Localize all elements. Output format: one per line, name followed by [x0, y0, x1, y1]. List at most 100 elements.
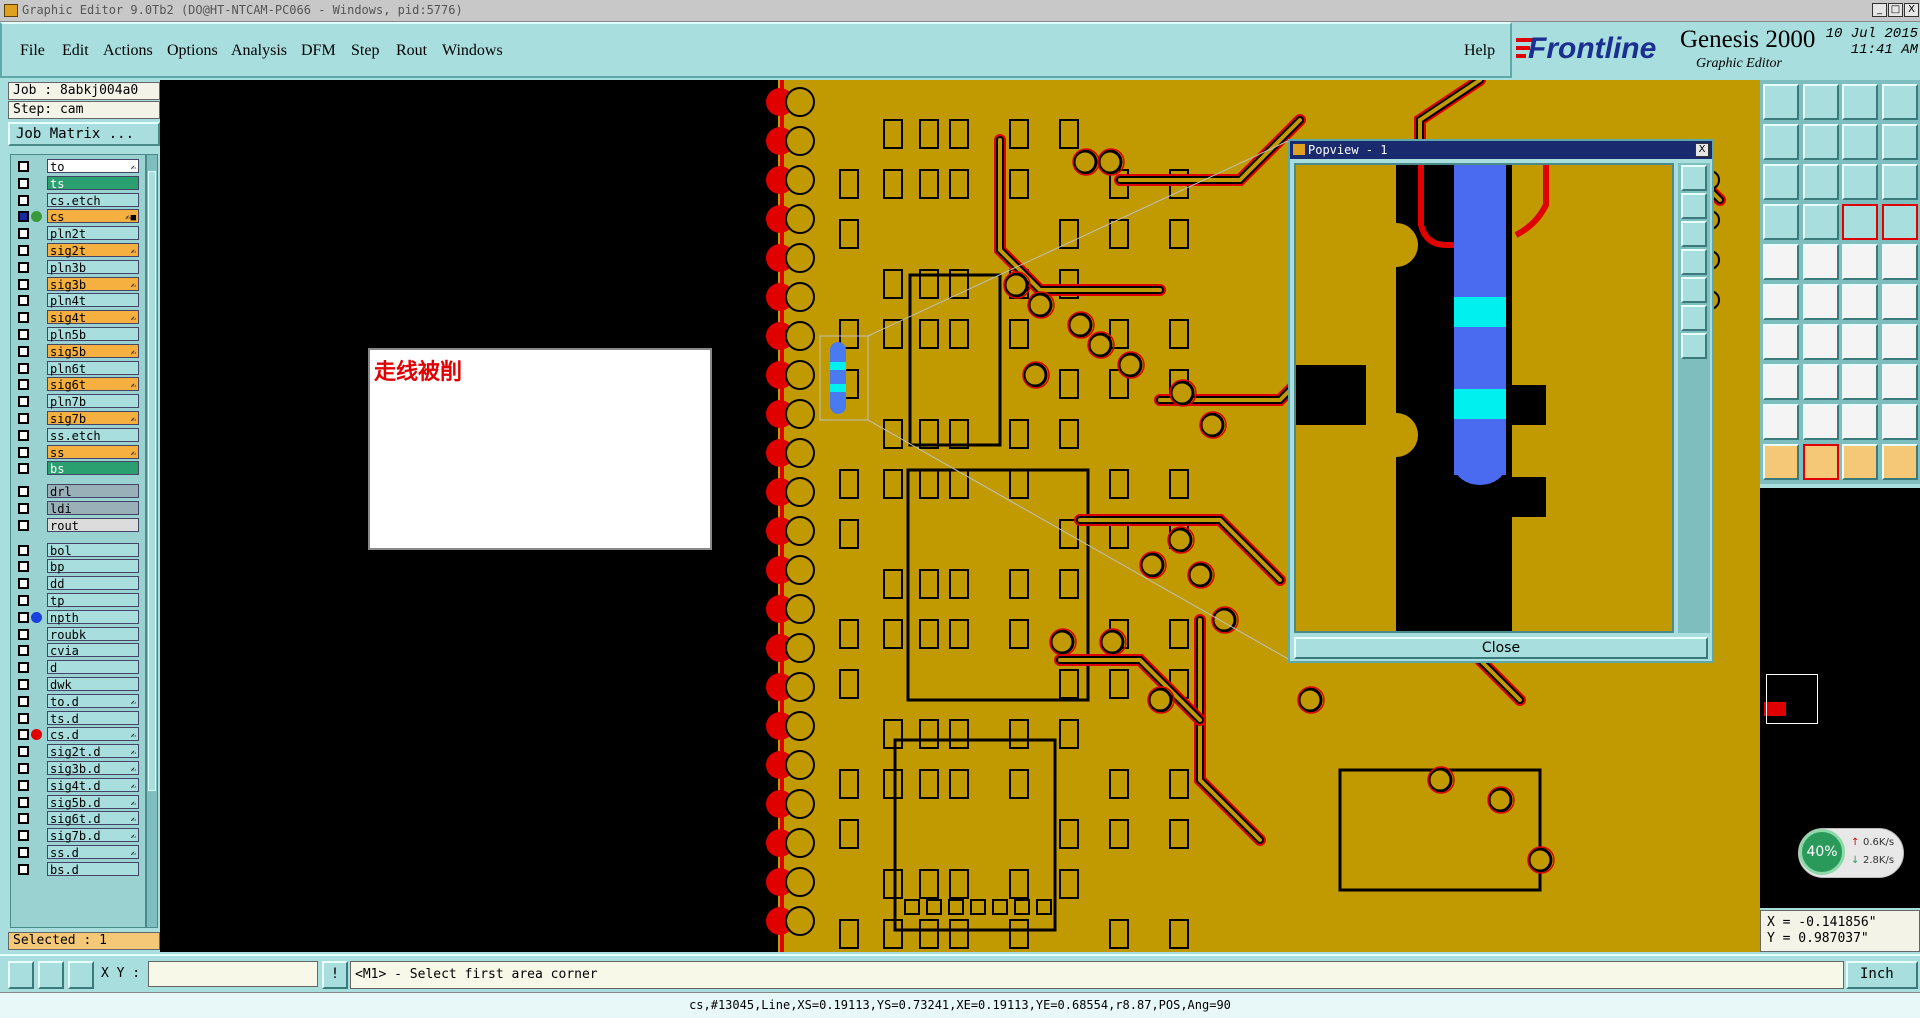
- layer-row-dd[interactable]: dd: [11, 576, 145, 591]
- cross-icon[interactable]: [1802, 284, 1839, 320]
- layer-name[interactable]: rout: [47, 517, 139, 533]
- layer-view-icon[interactable]: [1842, 204, 1878, 240]
- layer-name[interactable]: cs.d ✍: [47, 727, 139, 742]
- pad-icon[interactable]: [1763, 244, 1799, 280]
- unit-selector[interactable]: Inch: [1846, 961, 1918, 989]
- layer-name[interactable]: pln6t: [47, 360, 139, 376]
- layer-row-to-d[interactable]: to.d ✍: [11, 693, 145, 709]
- layer-row-bs-d[interactable]: bs.d: [11, 861, 145, 877]
- menu-edit[interactable]: Edit: [62, 42, 89, 60]
- layer-row-pln4t[interactable]: pln4t: [11, 293, 145, 308]
- layer-row-cs-etch[interactable]: cs.etch: [11, 192, 145, 208]
- layer-name[interactable]: drl: [47, 484, 139, 499]
- layer-row-bs[interactable]: bs: [11, 461, 145, 476]
- align-icon[interactable]: [1881, 324, 1918, 360]
- menu-windows[interactable]: Windows: [442, 42, 503, 60]
- minus-icon[interactable]: [1802, 364, 1839, 400]
- triangle-a-icon[interactable]: [1842, 404, 1878, 440]
- triangle-mod-icon[interactable]: [1881, 404, 1918, 440]
- layer-checkbox[interactable]: [18, 628, 29, 640]
- layer-name[interactable]: sig6t.d ✍: [47, 811, 139, 826]
- layer-row-cs[interactable]: cs ✍■: [11, 209, 145, 224]
- layer-row-ss[interactable]: ss ✍: [11, 444, 145, 460]
- job-matrix-button[interactable]: Job Matrix ...: [8, 122, 160, 146]
- layer-checkbox[interactable]: [18, 729, 29, 741]
- select-arrow-alt-icon[interactable]: [1802, 444, 1839, 480]
- layer-row-dwk[interactable]: dwk: [11, 677, 145, 692]
- layer-row-drl[interactable]: drl: [11, 484, 145, 499]
- layer-row-sig7b[interactable]: sig7b ✍: [11, 411, 145, 426]
- layer-row-sig4t-d[interactable]: sig4t.d ✍: [11, 777, 145, 793]
- home-icon[interactable]: [1842, 84, 1878, 120]
- layer-name[interactable]: pln3b: [47, 259, 139, 275]
- popview-zoom-view[interactable]: [1294, 163, 1674, 633]
- layer-checkbox[interactable]: [18, 544, 29, 556]
- layer-row-cs-d[interactable]: cs.d ✍: [11, 727, 145, 742]
- layer-row-sig3b-d[interactable]: sig3b.d ✍: [11, 761, 145, 776]
- layer-name[interactable]: sig7b ✍: [47, 411, 139, 426]
- close-window-button[interactable]: X: [1904, 3, 1919, 17]
- popview-zoom-area-icon[interactable]: [1681, 249, 1707, 275]
- surface-icon[interactable]: [1842, 244, 1878, 280]
- layer-checkbox[interactable]: [18, 161, 29, 172]
- layer-name[interactable]: pln5b: [47, 327, 139, 342]
- line-add-icon[interactable]: [1802, 244, 1839, 280]
- layer-row-sig5b[interactable]: sig5b ✍: [11, 343, 145, 359]
- layer-name[interactable]: cs ✍■: [47, 209, 139, 224]
- layer-checkbox[interactable]: [18, 779, 29, 791]
- minimize-button[interactable]: _: [1872, 3, 1887, 17]
- popview-zoom-home-icon[interactable]: [1681, 165, 1707, 191]
- layer-row-sig6t-d[interactable]: sig6t.d ✍: [11, 811, 145, 826]
- layer-row-pln2t[interactable]: pln2t: [11, 226, 145, 241]
- measure-angle-icon[interactable]: [38, 961, 64, 989]
- resize-icon[interactable]: [1842, 364, 1878, 400]
- layer-name[interactable]: tp: [47, 593, 139, 608]
- layer-row-ss-d[interactable]: ss.d ✍: [11, 845, 145, 860]
- menu-help[interactable]: Help: [1464, 42, 1495, 60]
- layer-row-sig7b-d[interactable]: sig7b.d ✍: [11, 828, 145, 843]
- layer-name[interactable]: sig3b.d ✍: [47, 761, 139, 776]
- layer-name[interactable]: pln7b: [47, 394, 139, 409]
- layer-checkbox[interactable]: [18, 177, 29, 189]
- layer-row-sig2t[interactable]: sig2t ✍: [11, 243, 145, 258]
- layer-checkbox[interactable]: [18, 345, 29, 357]
- layer-checkbox[interactable]: [18, 662, 29, 674]
- layer-checkbox[interactable]: [18, 295, 29, 307]
- layer-row-cvia[interactable]: cvia: [11, 643, 145, 658]
- layer-checkbox[interactable]: [18, 611, 29, 623]
- layer-checkbox[interactable]: [18, 830, 29, 842]
- layer-name[interactable]: ss ✍: [47, 444, 139, 460]
- menu-rout[interactable]: Rout: [396, 42, 427, 60]
- triangle-up-icon[interactable]: [1802, 404, 1839, 440]
- layer-name[interactable]: ss.etch: [47, 427, 139, 443]
- layer-row-tp[interactable]: tp: [11, 593, 145, 608]
- layer-name[interactable]: pln4t: [47, 293, 139, 308]
- layer-row-sig6t[interactable]: sig6t ✍: [11, 377, 145, 392]
- layer-row-bp[interactable]: bp: [11, 559, 145, 574]
- grid-icon[interactable]: [1802, 204, 1839, 240]
- layer-checkbox[interactable]: [18, 847, 29, 858]
- layer-name[interactable]: sig3b ✍: [47, 276, 139, 292]
- grid-snap-icon[interactable]: [68, 961, 94, 989]
- layer-row-d[interactable]: d: [11, 660, 145, 675]
- layer-name[interactable]: ss.d ✍: [47, 845, 139, 860]
- popview-close-icon[interactable]: X: [1695, 143, 1709, 157]
- layer-name[interactable]: ts: [47, 175, 139, 191]
- layer-checkbox[interactable]: [18, 595, 29, 606]
- layer-name[interactable]: dwk: [47, 677, 139, 692]
- layer-row-pln5b[interactable]: pln5b: [11, 327, 145, 342]
- layer-name[interactable]: sig2t.d ✍: [47, 744, 139, 759]
- layer-name[interactable]: cs.etch: [47, 192, 139, 208]
- layer-row-roubk[interactable]: roubk: [11, 626, 145, 642]
- layer-row-pln7b[interactable]: pln7b: [11, 394, 145, 409]
- layer-name[interactable]: sig6t ✍: [47, 377, 139, 392]
- copy-right-icon[interactable]: [1802, 124, 1839, 160]
- xy-input[interactable]: [148, 961, 318, 987]
- help-icon[interactable]: [1881, 164, 1918, 200]
- layer-checkbox[interactable]: [18, 796, 29, 808]
- connect-icon[interactable]: [1763, 284, 1799, 320]
- measure-icon[interactable]: [1763, 204, 1799, 240]
- fill-icon[interactable]: [1881, 364, 1918, 400]
- layer-checkbox[interactable]: [18, 645, 29, 657]
- layer-name[interactable]: sig4t ✍: [47, 310, 139, 325]
